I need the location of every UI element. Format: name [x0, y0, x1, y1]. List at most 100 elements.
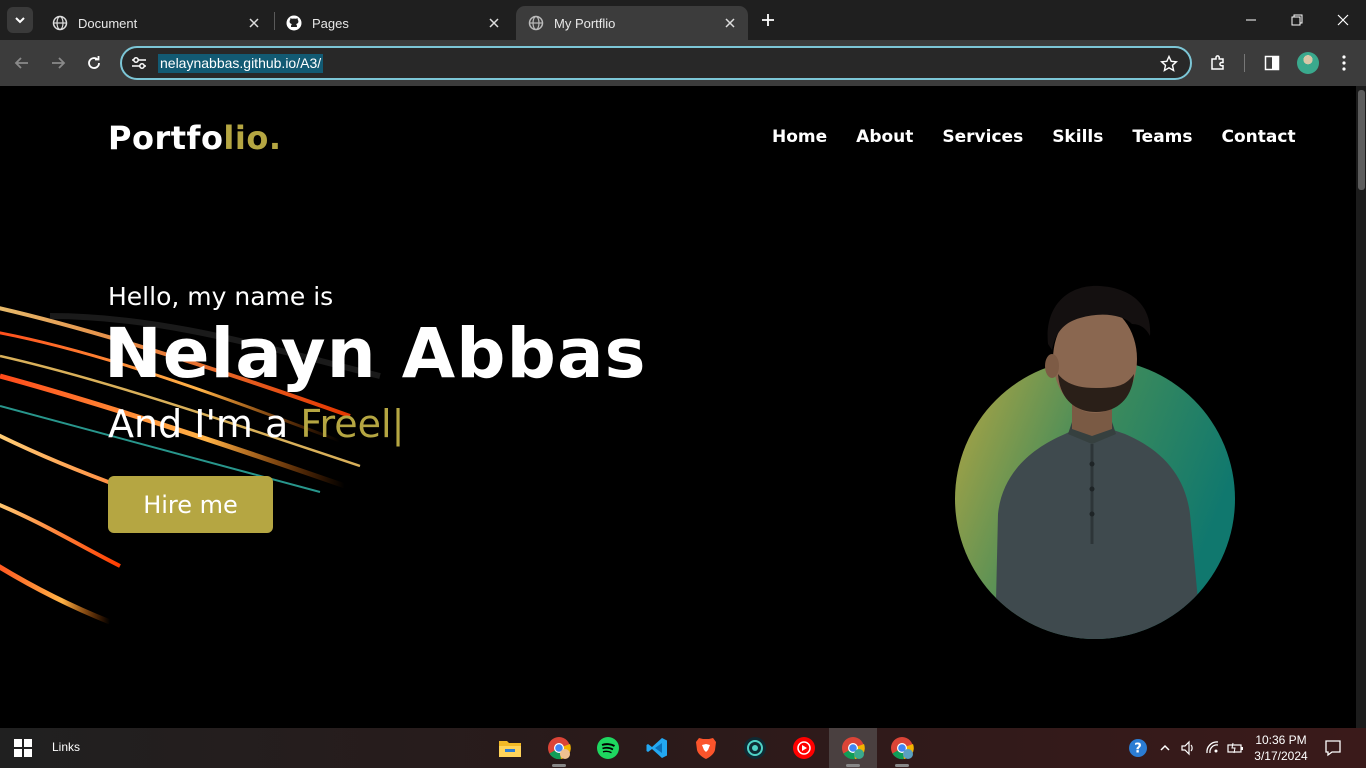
- reload-icon: [88, 56, 100, 69]
- spotify-icon: [597, 737, 619, 759]
- running-indicator: [552, 764, 566, 767]
- reload-button[interactable]: [80, 49, 108, 77]
- forward-button[interactable]: [44, 49, 72, 77]
- nav-contact[interactable]: Contact: [1222, 127, 1296, 147]
- running-indicator: [846, 764, 860, 767]
- chevron-down-icon: [15, 17, 25, 24]
- tab-my-portfolio[interactable]: My Portflio: [516, 6, 748, 40]
- vscode-icon: [646, 738, 667, 758]
- network-tray-button[interactable]: [1203, 738, 1223, 758]
- spotify-app[interactable]: [584, 728, 632, 768]
- logo-accent-text: lio.: [223, 119, 282, 157]
- restore-button[interactable]: [1274, 0, 1320, 40]
- tab-search-button[interactable]: [7, 7, 33, 33]
- volume-tray-button[interactable]: [1178, 738, 1198, 758]
- puzzle-icon: [1211, 55, 1224, 70]
- toolbar-divider: [1244, 54, 1245, 72]
- scrollbar-thumb[interactable]: [1358, 90, 1365, 190]
- vscode-app[interactable]: [633, 728, 681, 768]
- file-explorer-app[interactable]: [486, 728, 534, 768]
- close-icon: [1337, 14, 1349, 26]
- nav-teams[interactable]: Teams: [1132, 127, 1192, 147]
- windows-taskbar: Links ? 10:36 PM 3/17/2024: [0, 728, 1366, 768]
- browser-toolbar: nelaynabbas.github.io/A3/: [0, 40, 1366, 86]
- github-icon: [286, 15, 302, 31]
- close-icon[interactable]: [246, 15, 262, 31]
- back-button[interactable]: [8, 49, 36, 77]
- profile-portrait: [955, 285, 1235, 639]
- extensions-button[interactable]: [1207, 52, 1229, 74]
- side-panel-icon: [1264, 55, 1280, 71]
- notification-icon: [1325, 740, 1341, 757]
- taskbar-clock[interactable]: 10:36 PM 3/17/2024: [1250, 732, 1312, 764]
- plus-icon: [762, 14, 774, 26]
- tab-pages[interactable]: Pages: [274, 6, 512, 40]
- hire-me-button[interactable]: Hire me: [108, 476, 273, 533]
- tab-title: My Portflio: [554, 15, 616, 31]
- address-bar[interactable]: nelaynabbas.github.io/A3/: [120, 46, 1192, 80]
- chrome-icon: [842, 737, 865, 760]
- brave-icon: [696, 738, 716, 759]
- help-icon: ?: [1129, 739, 1147, 757]
- tab-document[interactable]: Document: [40, 6, 272, 40]
- chevron-up-icon: [1160, 744, 1170, 751]
- url-text[interactable]: nelaynabbas.github.io/A3/: [158, 54, 324, 73]
- nav-services[interactable]: Services: [942, 127, 1023, 147]
- close-icon[interactable]: [722, 15, 738, 31]
- notifications-button[interactable]: [1323, 738, 1343, 758]
- globe-icon: [52, 15, 68, 31]
- site-logo[interactable]: Portfolio.: [108, 119, 282, 157]
- file-explorer-icon: [499, 741, 521, 757]
- logo-text: Portfo: [108, 119, 224, 157]
- role-prefix: And I'm a: [108, 402, 301, 446]
- battery-icon: [1227, 742, 1243, 754]
- tab-title: Document: [78, 15, 138, 31]
- app-icon: [744, 737, 766, 759]
- clock-date: 3/17/2024: [1254, 749, 1308, 763]
- chrome-app-active[interactable]: [829, 728, 877, 768]
- app-launcher[interactable]: [731, 728, 779, 768]
- arrow-right-icon: [52, 57, 66, 69]
- profile-avatar[interactable]: [1297, 52, 1319, 74]
- links-toolbar-label[interactable]: Links: [52, 740, 80, 754]
- youtube-music-app[interactable]: [780, 728, 828, 768]
- chrome-icon: [548, 737, 571, 760]
- running-indicator: [895, 764, 909, 767]
- globe-icon: [528, 15, 544, 31]
- tab-title: Pages: [312, 15, 349, 31]
- tray-overflow-button[interactable]: [1155, 738, 1175, 758]
- close-window-button[interactable]: [1320, 0, 1366, 40]
- hero-role: And I'm a Freel|: [108, 402, 404, 446]
- hero-greeting: Hello, my name is: [108, 282, 334, 311]
- wifi-icon: [1206, 741, 1219, 754]
- site-nav: Home About Services Skills Teams Contact: [772, 127, 1296, 147]
- speaker-icon: [1181, 740, 1193, 756]
- typing-cursor: |: [391, 402, 405, 446]
- role-typed-text: Freel: [300, 402, 392, 446]
- svg-text:?: ?: [1134, 742, 1142, 757]
- site-settings-icon[interactable]: [130, 55, 148, 71]
- brave-app[interactable]: [682, 728, 730, 768]
- windows-start-icon[interactable]: [14, 739, 32, 757]
- nav-home[interactable]: Home: [772, 127, 827, 147]
- close-icon[interactable]: [486, 15, 502, 31]
- nav-skills[interactable]: Skills: [1052, 127, 1103, 147]
- youtube-music-icon: [793, 737, 815, 759]
- chrome-app-profile[interactable]: [878, 728, 926, 768]
- side-panel-button[interactable]: [1261, 52, 1283, 74]
- help-tray-button[interactable]: ?: [1128, 738, 1148, 758]
- battery-tray-button[interactable]: [1226, 738, 1246, 758]
- nav-about[interactable]: About: [856, 127, 913, 147]
- hero-name: Nelayn Abbas: [104, 314, 647, 394]
- minimize-icon: [1246, 19, 1256, 21]
- clock-time: 10:36 PM: [1255, 733, 1307, 747]
- new-tab-button[interactable]: [756, 8, 780, 32]
- tab-strip: Document Pages My Portflio: [0, 0, 1366, 40]
- minimize-button[interactable]: [1228, 0, 1274, 40]
- chrome-app[interactable]: [535, 728, 583, 768]
- bookmark-star-icon[interactable]: [1160, 55, 1178, 73]
- portfolio-page: Portfolio. Home About Services Skills Te…: [0, 86, 1356, 728]
- arrow-left-icon: [14, 57, 28, 69]
- menu-button[interactable]: [1333, 52, 1355, 74]
- restore-icon: [1291, 14, 1303, 26]
